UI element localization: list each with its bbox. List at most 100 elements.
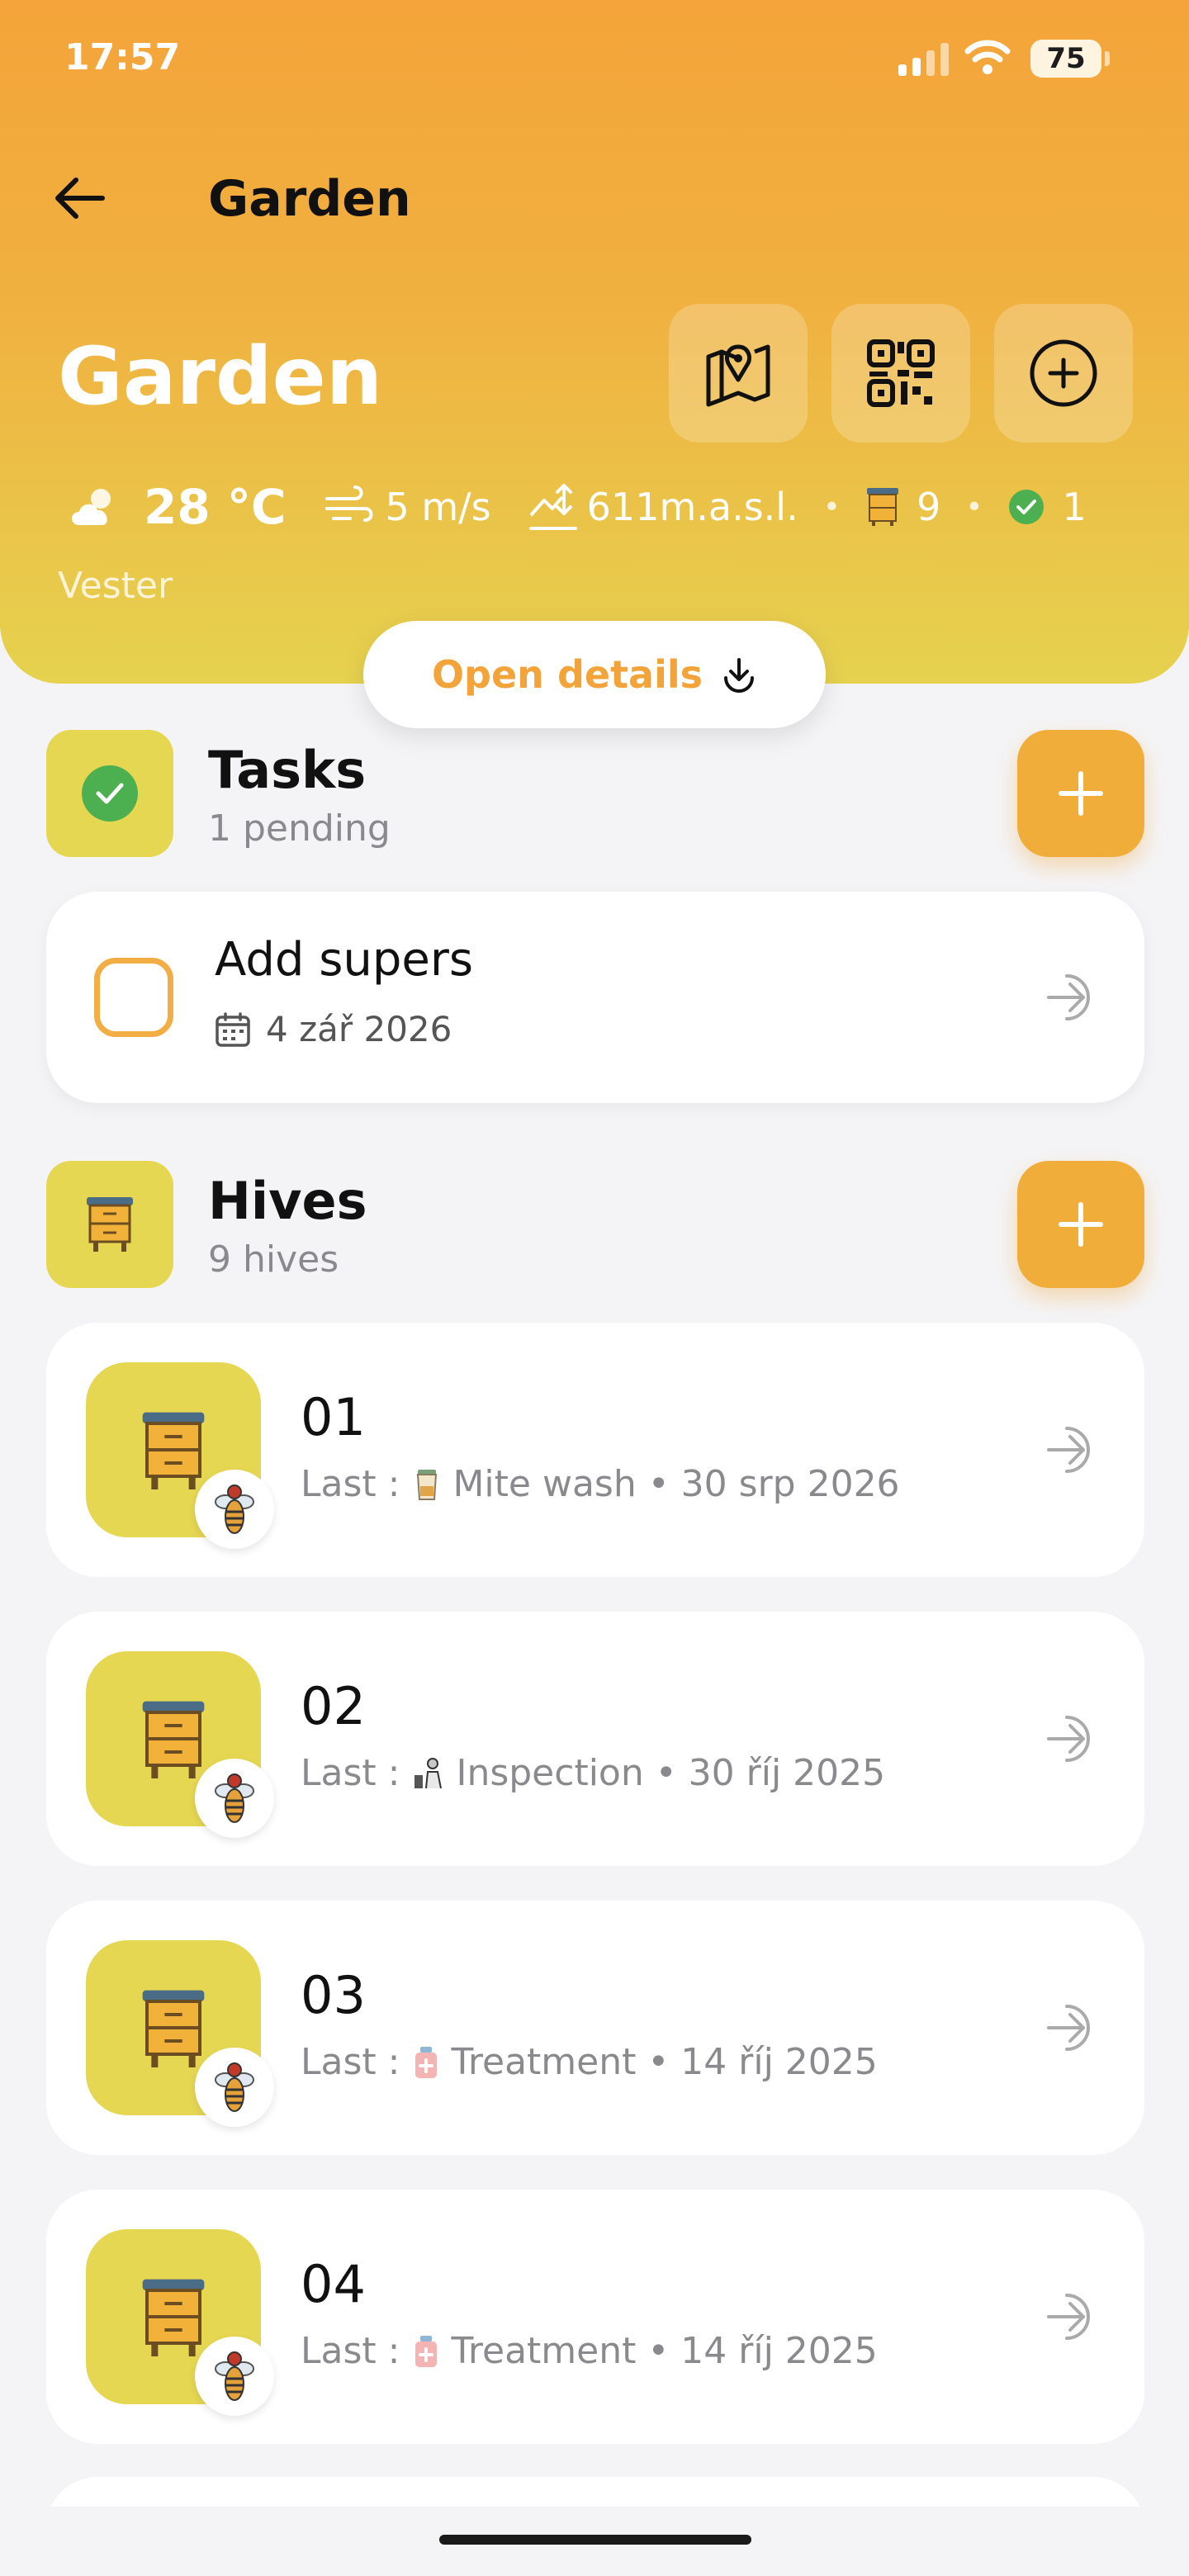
separator-dot: • bbox=[822, 490, 841, 524]
hive-icon bbox=[866, 488, 898, 526]
separator-dot: • bbox=[636, 2330, 681, 2372]
arrow-right-circle-icon bbox=[1047, 1716, 1090, 1762]
hive-icon bbox=[142, 2279, 205, 2356]
tasks-title: Tasks bbox=[208, 740, 367, 800]
queen-bee-icon bbox=[215, 2351, 254, 2401]
hive-card[interactable]: 02 Last : Inspection • 30 říj 2025 bbox=[46, 1612, 1144, 1866]
last-label: Last : bbox=[301, 1463, 400, 1505]
apiary-header: 17:57 75 Garden Garden 28 °C 5 m/s 611m.… bbox=[0, 0, 1189, 684]
arrow-right-circle-icon bbox=[1047, 2294, 1090, 2340]
hive-icon bbox=[142, 1990, 205, 2067]
status-time: 17:57 bbox=[64, 36, 181, 78]
medicine-bottle-icon bbox=[415, 2046, 438, 2078]
beekeeper-icon bbox=[414, 1757, 443, 1788]
arrow-right-circle-icon bbox=[1047, 974, 1090, 1020]
last-label: Last : bbox=[301, 2041, 400, 2083]
plus-icon bbox=[1059, 1202, 1103, 1247]
separator-dot: • bbox=[643, 1752, 689, 1794]
task-title: Add supers bbox=[215, 933, 474, 987]
wifi-icon bbox=[964, 40, 1011, 74]
medicine-bottle-icon bbox=[415, 2335, 438, 2367]
hive-name: 01 bbox=[301, 1387, 366, 1447]
back-button[interactable] bbox=[46, 165, 112, 231]
hive-activity-date: 14 říj 2025 bbox=[680, 2041, 878, 2083]
task-date-text: 4 zář 2026 bbox=[266, 1009, 452, 1049]
hive-last-activity: Last : Mite wash • 30 srp 2026 bbox=[301, 1463, 900, 1505]
page-title: Garden bbox=[208, 170, 411, 228]
hives-section-icon bbox=[46, 1161, 173, 1288]
hive-activity-date: 14 říj 2025 bbox=[680, 2330, 878, 2372]
temperature: 28 °C bbox=[144, 479, 287, 535]
hive-card[interactable]: 01 Last : Mite wash • 30 srp 2026 bbox=[46, 1323, 1144, 1577]
last-label: Last : bbox=[301, 1752, 400, 1794]
hive-icon bbox=[87, 1197, 133, 1252]
add-button[interactable] bbox=[994, 304, 1133, 443]
arrow-right-circle-icon bbox=[1047, 2005, 1090, 2051]
hive-card[interactable]: 03 Last : Treatment • 14 říj 2025 bbox=[46, 1901, 1144, 2155]
hive-activity: Treatment bbox=[451, 2330, 637, 2372]
qr-code-icon bbox=[867, 339, 935, 407]
hive-icon bbox=[142, 1412, 205, 1489]
hive-last-activity: Last : Treatment • 14 říj 2025 bbox=[301, 2330, 878, 2372]
arrow-right-circle-icon bbox=[1047, 1427, 1090, 1473]
queen-bee-badge bbox=[195, 2048, 274, 2127]
separator-dot: • bbox=[636, 2041, 681, 2083]
queen-bee-icon bbox=[215, 2062, 254, 2112]
map-button[interactable] bbox=[669, 304, 808, 443]
queen-bee-icon bbox=[215, 1773, 254, 1823]
task-checkbox[interactable] bbox=[94, 958, 173, 1037]
jar-icon bbox=[417, 1469, 438, 1500]
battery-tip bbox=[1105, 51, 1110, 66]
hive-name: 04 bbox=[301, 2254, 366, 2314]
hive-activity: Inspection bbox=[456, 1752, 644, 1794]
altitude-icon bbox=[528, 484, 577, 530]
hive-activity-date: 30 srp 2026 bbox=[680, 1463, 900, 1505]
plus-circle-icon bbox=[1030, 339, 1097, 407]
hive-activity: Mite wash bbox=[452, 1463, 637, 1505]
hives-subtitle: 9 hives bbox=[208, 1238, 339, 1281]
arrow-left-icon bbox=[55, 178, 105, 219]
queen-bee-icon bbox=[215, 1485, 254, 1534]
hive-card[interactable]: 04 Last : Treatment • 14 říj 2025 bbox=[46, 2190, 1144, 2444]
download-circle-icon bbox=[724, 658, 755, 693]
separator-dot: • bbox=[965, 490, 983, 524]
open-details-button[interactable]: Open details bbox=[363, 621, 826, 728]
hive-last-activity: Last : Inspection • 30 říj 2025 bbox=[301, 1752, 885, 1794]
tasks-subtitle: 1 pending bbox=[208, 807, 391, 850]
qr-code-button[interactable] bbox=[831, 304, 970, 443]
hive-last-activity: Last : Treatment • 14 říj 2025 bbox=[301, 2041, 878, 2083]
weather-row: 28 °C 5 m/s 611m.a.s.l. • 9 • 1 bbox=[66, 474, 1139, 540]
hive-name: 03 bbox=[301, 1965, 366, 2025]
status-bar: 17:57 75 bbox=[0, 0, 1189, 116]
queen-bee-badge bbox=[195, 2337, 274, 2416]
hives-title: Hives bbox=[208, 1171, 367, 1231]
wind-speed: 5 m/s bbox=[385, 485, 491, 529]
separator-dot: • bbox=[636, 1463, 681, 1505]
queen-bee-badge bbox=[195, 1759, 274, 1838]
tasks-section-icon bbox=[46, 730, 173, 857]
check-circle-icon bbox=[1009, 490, 1045, 524]
hive-activity-date: 30 říj 2025 bbox=[688, 1752, 886, 1794]
add-task-button[interactable] bbox=[1017, 730, 1144, 857]
add-hive-button[interactable] bbox=[1017, 1161, 1144, 1288]
queen-bee-badge bbox=[195, 1470, 274, 1549]
wind-icon bbox=[325, 485, 373, 522]
open-details-label: Open details bbox=[431, 652, 703, 697]
map-pin-icon bbox=[706, 344, 770, 407]
battery-indicator: 75 bbox=[1030, 40, 1101, 78]
task-date: 4 zář 2026 bbox=[215, 1009, 452, 1049]
check-circle-icon bbox=[82, 765, 138, 822]
task-item[interactable]: Add supers 4 zář 2026 bbox=[46, 892, 1144, 1103]
home-indicator[interactable] bbox=[439, 2535, 751, 2545]
tasks-done-count: 1 bbox=[1062, 485, 1087, 529]
hive-icon bbox=[142, 1701, 205, 1778]
cloud-sun-icon bbox=[72, 489, 111, 525]
hive-count: 9 bbox=[916, 485, 941, 529]
hive-name: 02 bbox=[301, 1676, 366, 1736]
apiary-location: Vester bbox=[58, 565, 173, 607]
apiary-name: Garden bbox=[58, 330, 383, 423]
cellular-signal-icon bbox=[898, 43, 949, 76]
hive-activity: Treatment bbox=[451, 2041, 637, 2083]
plus-icon bbox=[1059, 771, 1103, 816]
calendar-icon bbox=[216, 1011, 250, 1047]
